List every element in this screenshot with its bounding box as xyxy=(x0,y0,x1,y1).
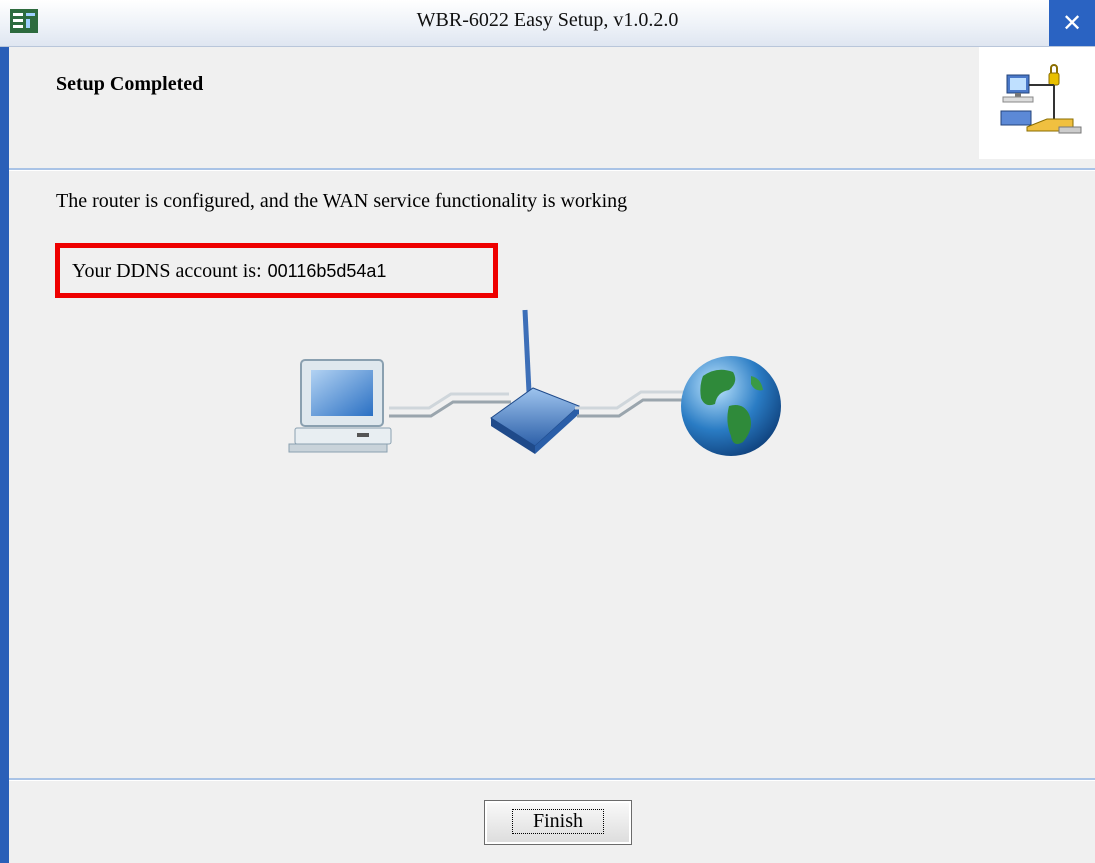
ddns-label: Your DDNS account is: xyxy=(72,260,262,282)
finish-button[interactable]: Finish xyxy=(484,800,632,845)
header-separator xyxy=(9,168,1095,171)
wizard-header: Setup Completed xyxy=(9,47,1095,169)
close-button[interactable]: ✕ xyxy=(1049,0,1095,46)
globe-icon xyxy=(681,356,781,456)
setup-window: WBR-6022 Easy Setup, v1.0.2.0 ✕ Setup Co… xyxy=(0,0,1095,863)
title-bar[interactable]: WBR-6022 Easy Setup, v1.0.2.0 ✕ xyxy=(0,0,1095,47)
footer-separator xyxy=(9,778,1095,781)
computer-icon xyxy=(288,359,392,453)
network-diagram xyxy=(288,309,781,456)
wireless-router-icon xyxy=(490,309,580,454)
window-title: WBR-6022 Easy Setup, v1.0.2.0 xyxy=(416,9,679,31)
status-message: The router is configured, and the WAN se… xyxy=(56,190,628,212)
close-icon: ✕ xyxy=(1061,9,1083,37)
page-title: Setup Completed xyxy=(56,73,204,95)
finish-button-label: Finish xyxy=(511,809,605,834)
network-computers-icon xyxy=(979,47,1095,159)
